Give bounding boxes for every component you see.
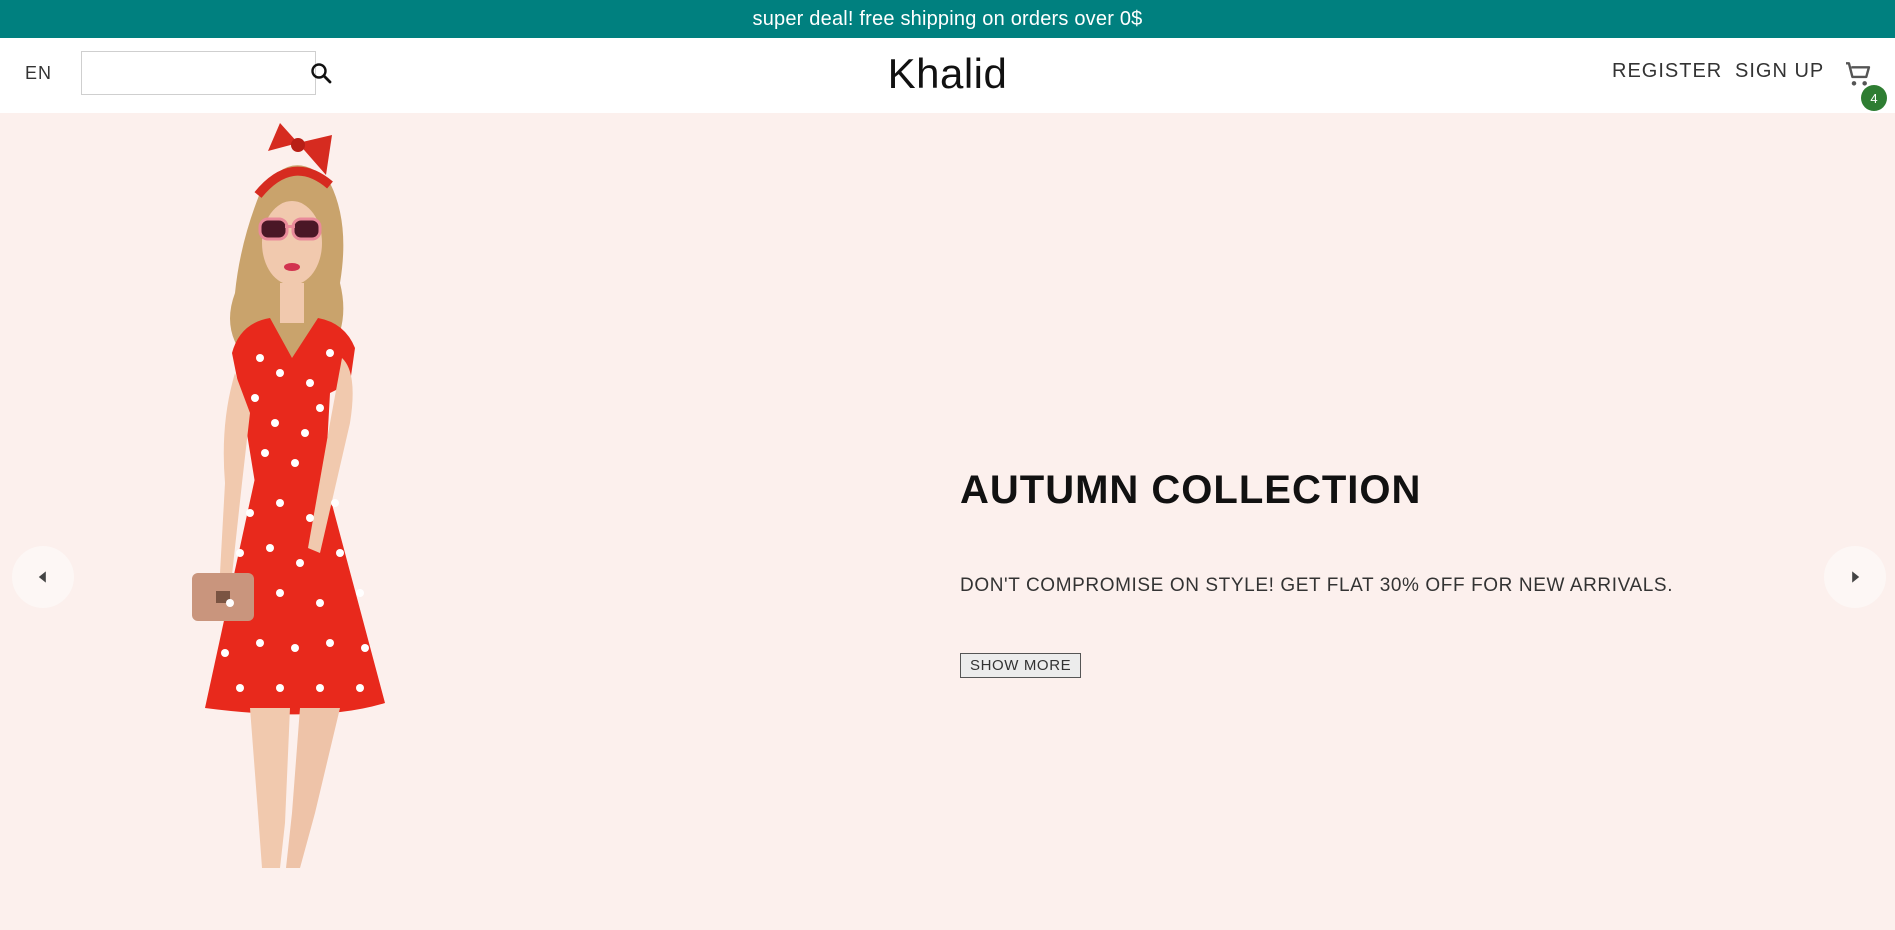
arrow-left-icon xyxy=(38,571,46,583)
cart-count-badge: 4 xyxy=(1861,85,1887,111)
search-input[interactable] xyxy=(82,52,309,94)
search-icon xyxy=(311,63,332,84)
search-button[interactable] xyxy=(309,52,333,94)
search-box xyxy=(81,51,332,95)
announcement-text: super deal! free shipping on orders over… xyxy=(752,7,1143,30)
slider-prev-button[interactable] xyxy=(12,546,74,608)
hero-description: DON'T COMPROMISE ON STYLE! GET FLAT 30% … xyxy=(960,575,1674,596)
slider-next-button[interactable] xyxy=(1824,546,1886,608)
navbar: EN Khalid REGISTER SIGN UP 4 xyxy=(0,38,1895,113)
hero-title: AUTUMN COLLECTION xyxy=(960,468,1422,512)
language-selector[interactable]: EN xyxy=(25,63,52,84)
show-more-button[interactable]: SHOW MORE xyxy=(960,653,1082,678)
register-link[interactable]: REGISTER xyxy=(1612,60,1722,83)
hero-slider: AUTUMN COLLECTION DON'T COMPROMISE ON ST… xyxy=(0,113,1895,930)
sign-up-link[interactable]: SIGN UP xyxy=(1735,60,1824,83)
arrow-right-icon xyxy=(1852,571,1860,583)
announcement-bar: super deal! free shipping on orders over… xyxy=(0,0,1895,38)
hero-content: AUTUMN COLLECTION DON'T COMPROMISE ON ST… xyxy=(960,468,1673,678)
hero-model-image xyxy=(192,123,385,868)
site-logo[interactable]: Khalid xyxy=(888,50,1008,98)
